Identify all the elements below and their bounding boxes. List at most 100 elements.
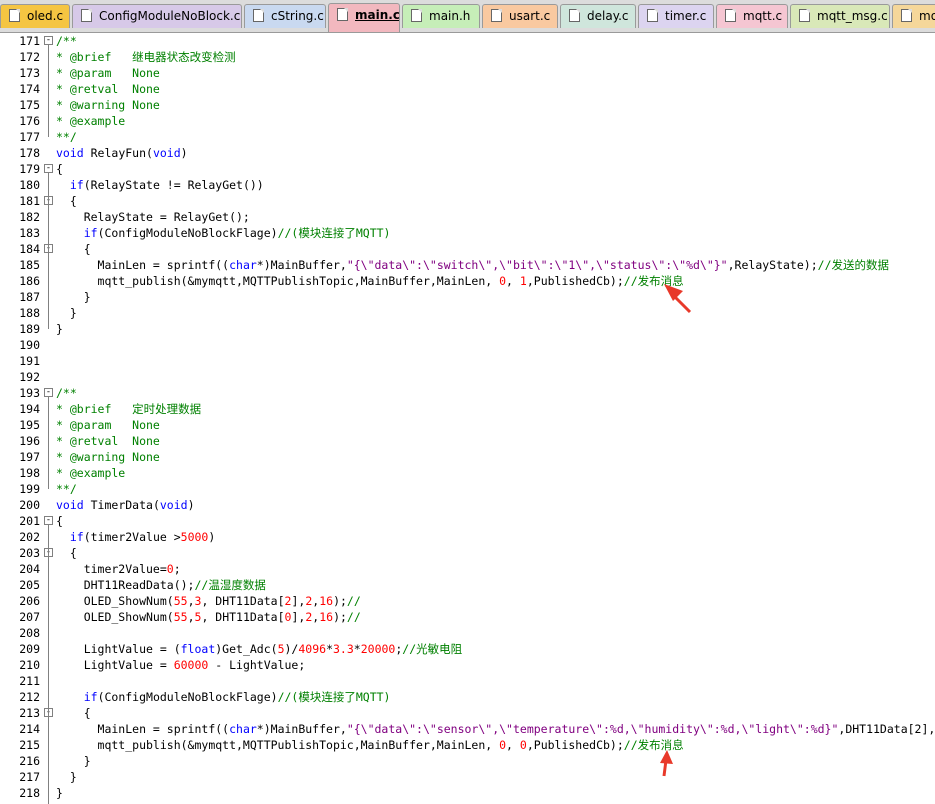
code-line[interactable]: 171-/** [0,33,935,49]
code-line[interactable]: 178 void RelayFun(void) [0,145,935,161]
code-line[interactable]: 185 MainLen = sprintf((char*)MainBuffer,… [0,257,935,273]
tab-mo[interactable]: mo [892,4,935,28]
line-number: 209 [19,642,40,656]
code-token: if [69,178,84,192]
code-text: mqtt_publish(&mymqtt,MQTTPublishTopic,Ma… [56,273,684,289]
code-line[interactable]: 192 [0,369,935,385]
code-line[interactable]: 182 RelayState = RelayGet(); [0,209,935,225]
code-token: { [56,546,77,560]
code-line[interactable]: 213- { [0,705,935,721]
tab-label: mqtt.c [743,9,783,23]
code-line[interactable]: 203- { [0,545,935,561]
code-text: void RelayFun(void) [56,145,188,161]
code-line[interactable]: 208 [0,625,935,641]
code-line[interactable]: 196 * @retval None [0,433,935,449]
code-line[interactable]: 212 if(ConfigModuleNoBlockFlage)//(模块连接了… [0,689,935,705]
code-line[interactable]: 191 [0,353,935,369]
fold-toggle-icon[interactable]: - [44,36,53,45]
code-line[interactable]: 173 * @param None [0,65,935,81]
tab-mqtt-msg-c[interactable]: mqtt_msg.c [790,4,890,28]
tab-delay-c[interactable]: delay.c [560,4,636,28]
code-line[interactable]: 181- { [0,193,935,209]
code-line[interactable]: 177 **/ [0,129,935,145]
code-line[interactable]: 187 } [0,289,935,305]
code-line[interactable]: 175 * @warning None [0,97,935,113]
tab-usart-c[interactable]: usart.c [482,4,558,28]
line-number: 196 [19,434,40,448]
code-text: * @brief 继电器状态改变检测 [56,49,236,65]
code-token: mqtt_publish(&mymqtt,MQTTPublishTopic,Ma… [56,274,500,288]
code-token: ) [208,530,216,544]
code-line[interactable]: 180 if(RelayState != RelayGet()) [0,177,935,193]
code-line[interactable]: 216 } [0,753,935,769]
code-line[interactable]: 194 * @brief 定时处理数据 [0,401,935,417]
code-line[interactable]: 195 * @param None [0,417,935,433]
fold-toggle-icon[interactable]: - [44,516,53,525]
code-token: 55 [173,594,188,608]
code-line[interactable]: 206 OLED_ShowNum(55,3, DHT11Data[2],2,16… [0,593,935,609]
tab-main-c[interactable]: main.c [328,3,400,32]
code-line[interactable]: 202 if(timer2Value >5000) [0,529,935,545]
fold-guide [48,397,49,489]
code-text: } [56,305,77,321]
code-line[interactable]: 218} [0,785,935,801]
code-token: //(模块连接了MQTT) [277,226,391,240]
code-line[interactable]: 183 if(ConfigModuleNoBlockFlage)//(模块连接了… [0,225,935,241]
code-text: * @warning None [56,97,160,113]
code-line[interactable]: 204 timer2Value=0; [0,561,935,577]
code-line[interactable]: 193-/** [0,385,935,401]
code-line[interactable]: 199 **/ [0,481,935,497]
code-line[interactable]: 172 * @brief 继电器状态改变检测 [0,49,935,65]
code-token: timer2Value= [56,562,167,576]
tab-cstring-c[interactable]: cString.c [244,4,326,28]
code-line[interactable]: 184- { [0,241,935,257]
code-token: OLED_ShowNum( [56,594,174,608]
code-line[interactable]: 217 } [0,769,935,785]
code-text: } [56,785,63,801]
code-line[interactable]: 179-{ [0,161,935,177]
code-text: **/ [56,129,77,145]
file-icon [901,9,912,22]
code-line[interactable]: 197 * @warning None [0,449,935,465]
code-line[interactable]: 190 [0,337,935,353]
tab-label: ConfigModuleNoBlock.c [99,9,241,23]
code-line[interactable]: 211 [0,673,935,689]
code-token: 0 [499,738,507,752]
code-line[interactable]: 210 LightValue = 60000 - LightValue; [0,657,935,673]
code-token: char [229,722,257,736]
code-line[interactable]: 174 * @retval None [0,81,935,97]
tab-timer-c[interactable]: timer.c [638,4,714,28]
tab-main-h[interactable]: main.h [402,4,480,28]
code-text: { [56,513,63,529]
code-text: LightValue = (float)Get_Adc(5)/4096*3.3*… [56,641,462,657]
code-text: OLED_ShowNum(55,3, DHT11Data[2],2,16);// [56,593,361,609]
line-number: 202 [19,530,40,544]
tab-label: mo [919,9,935,23]
code-line[interactable]: 198 * @example [0,465,935,481]
code-line[interactable]: 201-{ [0,513,935,529]
code-line[interactable]: 207 OLED_ShowNum(55,5, DHT11Data[0],2,16… [0,609,935,625]
fold-guide [48,717,49,777]
code-editor[interactable]: 171-/** 172 * @brief 继电器状态改变检测 173 * @param … [0,33,935,804]
code-token: 0 [519,738,527,752]
code-line[interactable]: 176 * @example [0,113,935,129]
code-line[interactable]: 215 mqtt_publish(&mymqtt,MQTTPublishTopi… [0,737,935,753]
code-line[interactable]: 205 DHT11ReadData();//温湿度数据 [0,577,935,593]
code-token: void [56,146,84,160]
code-line[interactable]: 189} [0,321,935,337]
tab-configmodulenoblock-c[interactable]: ConfigModuleNoBlock.c [72,4,242,28]
code-line[interactable]: 186 mqtt_publish(&mymqtt,MQTTPublishTopi… [0,273,935,289]
tab-oled-c[interactable]: oled.c [0,4,70,28]
fold-toggle-icon[interactable]: - [44,388,53,397]
code-line[interactable]: 188 } [0,305,935,321]
code-line[interactable]: 214 MainLen = sprintf((char*)MainBuffer,… [0,721,935,737]
code-token: 0 [166,562,174,576]
code-token: *)MainBuffer, [256,258,347,272]
line-number: 194 [19,402,40,416]
code-text: mqtt_publish(&mymqtt,MQTTPublishTopic,Ma… [56,737,684,753]
tab-mqtt-c[interactable]: mqtt.c [716,4,788,28]
fold-toggle-icon[interactable]: - [44,164,53,173]
code-line[interactable]: 200 void TimerData(void) [0,497,935,513]
code-line[interactable]: 209 LightValue = (float)Get_Adc(5)/4096*… [0,641,935,657]
